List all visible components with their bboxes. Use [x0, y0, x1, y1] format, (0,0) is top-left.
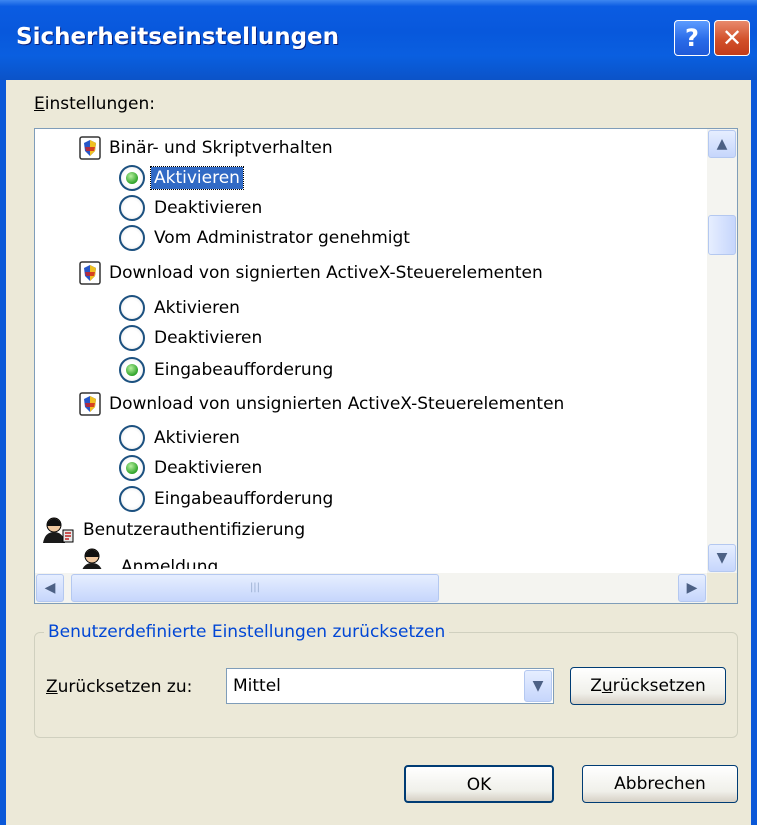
radio-button[interactable]	[119, 486, 145, 512]
radio-button[interactable]	[119, 225, 145, 251]
tree-node-label: Benutzerauthentifizierung	[83, 520, 306, 540]
settings-label: Einstellungen:	[34, 94, 155, 114]
tree-node-label: Binär- und Skriptverhalten	[109, 138, 333, 158]
tree-node-label: Anmeldung	[121, 557, 219, 569]
option-label: Aktivieren	[150, 166, 244, 190]
option-label: Aktivieren	[154, 298, 240, 318]
scroll-right-button[interactable]: ▶	[678, 574, 706, 602]
option-signed-deaktivieren[interactable]: Deaktivieren	[119, 323, 265, 353]
option-signed-eingabe[interactable]: Eingabeaufforderung	[119, 355, 336, 385]
radio-button[interactable]	[119, 295, 145, 321]
scroll-up-button[interactable]: ▲	[708, 130, 736, 158]
option-binary-aktivieren[interactable]: Aktivieren	[119, 163, 244, 193]
help-button[interactable]: ?	[674, 20, 710, 56]
reset-group-legend: Benutzerdefinierte Einstellungen zurücks…	[44, 622, 450, 642]
reset-to-label: Zurücksetzen zu:	[46, 677, 193, 697]
security-setting-icon	[79, 136, 101, 160]
user-auth-icon	[43, 517, 74, 543]
tree-node-signed[interactable]: Download von signierten ActiveX-Steuerel…	[79, 258, 543, 288]
tree-node-label: Download von unsignierten ActiveX-Steuer…	[109, 394, 565, 414]
option-label: Deaktivieren	[154, 198, 263, 218]
radio-button[interactable]	[119, 325, 145, 351]
option-unsigned-aktivieren[interactable]: Aktivieren	[119, 423, 243, 453]
cancel-button[interactable]: Abbrechen	[582, 765, 738, 803]
settings-tree[interactable]: Binär- und Skriptverhalten Aktivieren De…	[34, 128, 738, 604]
window-title: Sicherheitseinstellungen	[16, 24, 340, 50]
option-unsigned-eingabe[interactable]: Eingabeaufforderung	[119, 484, 336, 514]
chevron-down-icon[interactable]: ▼	[524, 670, 552, 702]
tree-node-anmeldung[interactable]: Anmeldung	[79, 547, 218, 569]
security-setting-icon	[79, 392, 101, 416]
option-label: Deaktivieren	[154, 328, 263, 348]
radio-button[interactable]	[119, 425, 145, 451]
radio-button[interactable]	[119, 357, 145, 383]
option-unsigned-deaktivieren[interactable]: Deaktivieren	[119, 453, 265, 483]
option-label: Eingabeaufforderung	[154, 360, 334, 380]
title-bar: Sicherheitseinstellungen ? ✕	[0, 0, 757, 80]
tree-node-label: Download von signierten ActiveX-Steuerel…	[109, 263, 543, 283]
option-label: Eingabeaufforderung	[154, 489, 334, 509]
option-binary-deaktivieren[interactable]: Deaktivieren	[119, 193, 265, 223]
option-binary-admin[interactable]: Vom Administrator genehmigt	[119, 223, 413, 253]
ok-button[interactable]: OK	[404, 765, 554, 803]
horizontal-scroll-thumb[interactable]: |||	[71, 574, 439, 602]
scroll-down-button[interactable]: ▼	[708, 544, 736, 572]
user-auth-icon	[82, 548, 102, 569]
option-label: Deaktivieren	[154, 458, 263, 478]
reset-level-dropdown[interactable]: Mittel ▼	[226, 668, 554, 704]
security-setting-icon	[79, 261, 101, 285]
window-border-right	[751, 80, 757, 825]
vertical-scrollbar[interactable]: ▲ ▼	[707, 129, 737, 573]
horizontal-scrollbar[interactable]: ◀ ||| ▶	[35, 573, 707, 603]
radio-button[interactable]	[119, 195, 145, 221]
tree-node-unsigned[interactable]: Download von unsignierten ActiveX-Steuer…	[79, 389, 564, 419]
tree-node-auth[interactable]: Benutzerauthentifizierung	[41, 515, 305, 545]
vertical-scroll-thumb[interactable]	[708, 215, 736, 255]
option-label: Vom Administrator genehmigt	[154, 228, 410, 248]
option-signed-aktivieren[interactable]: Aktivieren	[119, 293, 243, 323]
scroll-left-button[interactable]: ◀	[36, 574, 64, 602]
scroll-corner	[707, 573, 737, 603]
option-label: Aktivieren	[154, 428, 240, 448]
tree-node-binary[interactable]: Binär- und Skriptverhalten	[79, 133, 333, 163]
close-button[interactable]: ✕	[714, 20, 750, 56]
dropdown-value: Mittel	[233, 676, 281, 696]
reset-button[interactable]: Zurücksetzen	[570, 667, 726, 705]
radio-button[interactable]	[119, 455, 145, 481]
window-border-left	[0, 80, 6, 825]
radio-button[interactable]	[119, 165, 145, 191]
